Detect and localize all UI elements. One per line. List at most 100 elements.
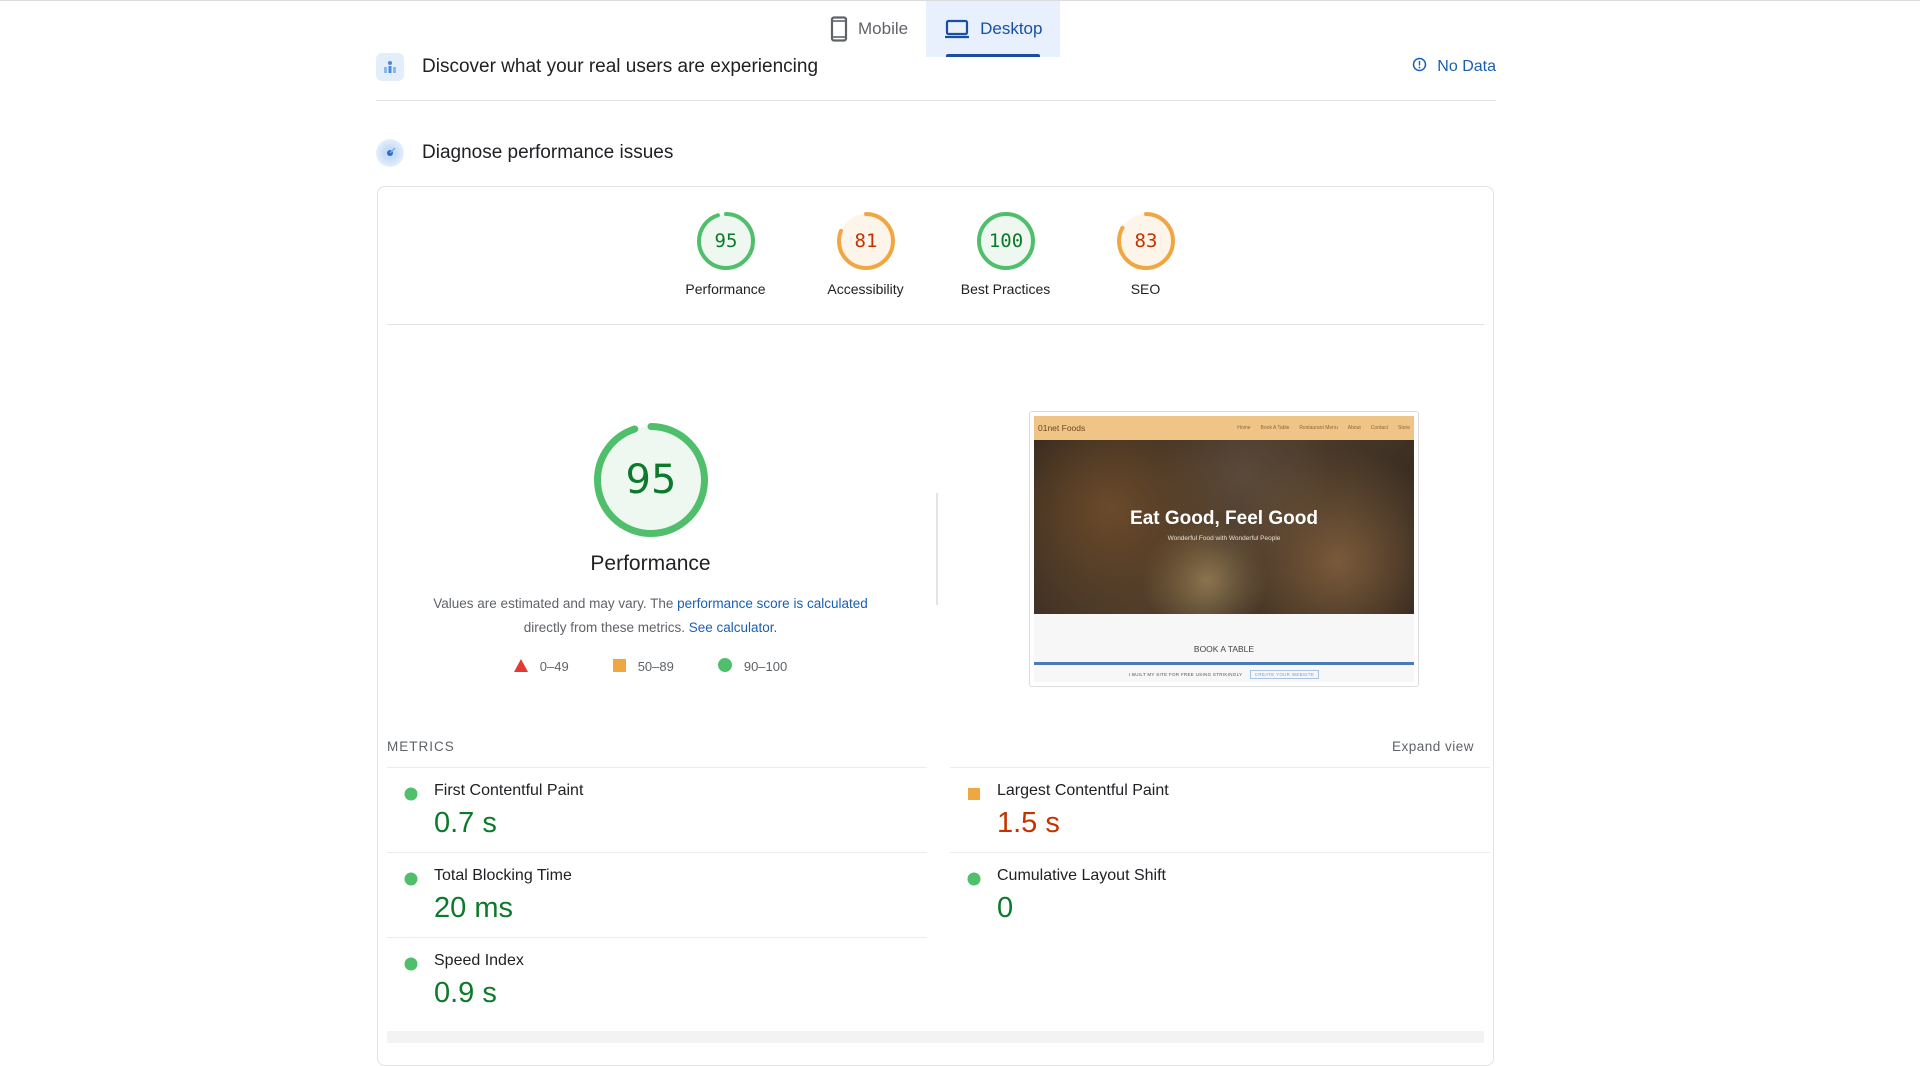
site-nav-link: Store: [1398, 425, 1410, 431]
info-icon: [1412, 57, 1427, 77]
no-data-label: No Data: [1437, 58, 1496, 75]
crux-status: No Data: [1412, 57, 1496, 77]
legend-range: 50–89: [637, 659, 674, 674]
vertical-divider: [936, 493, 938, 605]
site-nav-link: About: [1347, 425, 1361, 431]
site-nav-link: Book A Table: [1260, 425, 1290, 431]
gauge-score: 81: [854, 230, 877, 252]
report-card: 95 Performance 81 Accessibility 100 Best…: [377, 186, 1494, 1066]
crux-title: Discover what your real users are experi…: [422, 56, 819, 77]
triangle-icon: [513, 658, 528, 675]
average-indicator-icon: [967, 787, 981, 806]
gauge-label: SEO: [1130, 281, 1161, 297]
gauge-ring: 95: [696, 212, 755, 270]
diagnose-title: Diagnose performance issues: [422, 142, 674, 163]
gauge-label: Best Practices: [960, 281, 1051, 297]
metrics-left-column: First Contentful Paint 0.7 s Total Block…: [387, 767, 927, 1022]
performance-gauge: 95: [593, 423, 708, 537]
expand-view-button[interactable]: Expand view: [1392, 739, 1474, 754]
metric-value: 0.7 s: [434, 807, 497, 839]
circle-icon: [717, 658, 732, 675]
metric-name: First Contentful Paint: [434, 782, 584, 799]
gauge-best-practices[interactable]: 100 Best Practices: [961, 211, 1050, 297]
tab-desktop[interactable]: Desktop: [926, 1, 1061, 57]
gauge-score: 95: [625, 457, 676, 503]
gauge-score: 83: [1134, 230, 1157, 252]
score-calculated-link[interactable]: performance score is calculated: [677, 596, 868, 611]
pass-indicator-icon: [404, 957, 418, 976]
diagnose-section-header: Diagnose performance issues: [376, 136, 1496, 170]
pass-indicator-icon: [404, 872, 418, 891]
score-legend: 0–49 50–89 90–100: [513, 658, 788, 675]
device-tabs: Mobile Desktop: [812, 1, 1061, 57]
hero-subtitle: Wonderful Food with Wonderful People: [1167, 535, 1281, 542]
gauge-divider: [387, 324, 1484, 325]
phone-icon: [830, 16, 848, 42]
metrics-right-column: Largest Contentful Paint 1.5 s Cumulativ…: [950, 767, 1490, 937]
users-icon: [376, 53, 404, 81]
metrics-header: METRICS Expand view: [387, 739, 1474, 754]
metric-value: 20 ms: [434, 892, 513, 924]
metrics-footer-strip: [387, 1031, 1484, 1043]
metric-name: Cumulative Layout Shift: [997, 867, 1166, 884]
desc-text: Values are estimated and may vary. The: [433, 596, 678, 611]
performance-title: Performance: [590, 552, 711, 575]
crux-section-header: Discover what your real users are experi…: [376, 50, 1496, 84]
metrics-heading: METRICS: [387, 739, 455, 754]
gauge-score: 100: [988, 230, 1022, 252]
site-nav: 01net Foods Home Book A Table Restaurant…: [1034, 416, 1414, 440]
gauge-accessibility[interactable]: 81 Accessibility: [826, 211, 906, 297]
gauge-ring: 83: [1116, 212, 1175, 270]
metric-name: Speed Index: [434, 952, 524, 969]
site-nav-links: Home Book A Table Restaurant Menu About …: [1237, 425, 1410, 431]
pass-indicator-icon: [404, 787, 418, 806]
legend-range: 90–100: [743, 659, 788, 674]
metric-lcp: Largest Contentful Paint 1.5 s: [950, 767, 1490, 852]
metric-si: Speed Index 0.9 s: [387, 937, 927, 1022]
footer-cta: CREATE YOUR WEBSITE: [1249, 670, 1320, 679]
gauge-seo[interactable]: 83 SEO: [1106, 211, 1186, 297]
metric-tbt: Total Blocking Time 20 ms: [387, 852, 927, 937]
tab-mobile-label: Mobile: [858, 19, 909, 38]
lighthouse-icon: [376, 139, 404, 167]
tab-desktop-label: Desktop: [980, 19, 1043, 38]
gauge-ring: 100: [976, 212, 1035, 270]
site-nav-link: Contact: [1370, 425, 1389, 431]
pass-indicator-icon: [967, 872, 981, 891]
gauge-score: 95: [714, 230, 737, 252]
metric-fcp: First Contentful Paint 0.7 s: [387, 767, 927, 852]
footer-text: I BUILT MY SITE FOR FREE USING STRIKINGL…: [1128, 672, 1243, 677]
legend-pass: 90–100: [717, 658, 788, 675]
performance-summary: 95 Performance Values are estimated and …: [378, 422, 923, 675]
legend-average: 50–89: [612, 658, 674, 675]
book-table-heading: BOOK A TABLE: [1193, 644, 1255, 654]
hero-title: Eat Good, Feel Good: [1130, 508, 1318, 529]
site-brand: 01net Foods: [1038, 423, 1086, 433]
metric-name: Total Blocking Time: [434, 867, 572, 884]
site-hero: Eat Good, Feel Good Wonderful Food with …: [1034, 440, 1414, 614]
site-nav-link: Home: [1237, 425, 1251, 431]
site-footer-bar: [1034, 662, 1414, 665]
screenshot-content: 01net Foods Home Book A Table Restaurant…: [1034, 416, 1414, 682]
metric-value: 1.5 s: [997, 807, 1060, 839]
metric-name: Largest Contentful Paint: [997, 782, 1169, 799]
metric-cls: Cumulative Layout Shift 0: [950, 852, 1490, 937]
legend-range: 0–49: [539, 659, 569, 674]
page-screenshot[interactable]: 01net Foods Home Book A Table Restaurant…: [1029, 411, 1419, 687]
site-footer: I BUILT MY SITE FOR FREE USING STRIKINGL…: [1034, 670, 1414, 679]
gauge-label: Performance: [685, 281, 766, 297]
see-calculator-link[interactable]: See calculator.: [689, 620, 778, 635]
gauge-label: Accessibility: [827, 281, 904, 297]
laptop-icon: [944, 19, 970, 39]
category-gauges: 95 Performance 81 Accessibility 100 Best…: [378, 211, 1493, 297]
metric-value: 0.9 s: [434, 977, 497, 1009]
section-divider: [376, 100, 1496, 101]
metric-value: 0: [997, 892, 1014, 924]
gauge-ring: 81: [836, 212, 895, 270]
square-icon: [612, 658, 626, 675]
tab-mobile[interactable]: Mobile: [812, 1, 926, 57]
gauge-performance[interactable]: 95 Performance: [685, 211, 766, 297]
legend-fail: 0–49: [513, 658, 569, 675]
site-nav-link: Restaurant Menu: [1299, 425, 1338, 431]
desc-text: directly from these metrics.: [523, 620, 689, 635]
